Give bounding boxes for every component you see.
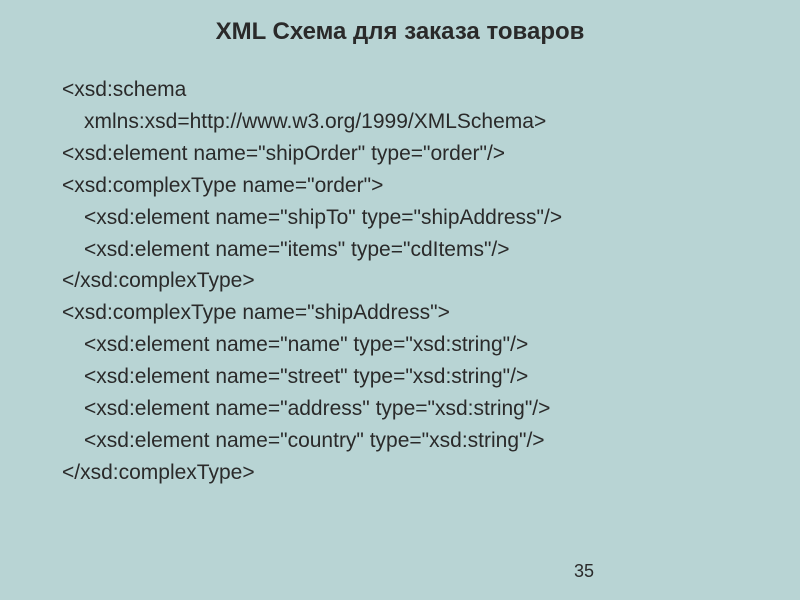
page-number: 35 [574,561,594,582]
code-line: <xsd:schema [62,74,760,106]
code-line: <xsd:element name="shipTo" type="shipAdd… [62,202,760,234]
code-content: <xsd:schema xmlns:xsd=http://www.w3.org/… [0,74,800,489]
code-line: <xsd:element name="name" type="xsd:strin… [62,329,760,361]
code-line: xmlns:xsd=http://www.w3.org/1999/XMLSche… [62,106,760,138]
code-line: <xsd:element name="street" type="xsd:str… [62,361,760,393]
code-line: </xsd:complexType> [62,265,760,297]
code-line: <xsd:element name="address" type="xsd:st… [62,393,760,425]
slide-title: XML Схема для заказа товаров [0,0,800,74]
code-line: </xsd:complexType> [62,457,760,489]
code-line: <xsd:element name="items" type="cdItems"… [62,234,760,266]
code-line: <xsd:complexType name="order"> [62,170,760,202]
code-line: <xsd:element name="shipOrder" type="orde… [62,138,760,170]
code-line: <xsd:element name="country" type="xsd:st… [62,425,760,457]
code-line: <xsd:complexType name="shipAddress"> [62,297,760,329]
